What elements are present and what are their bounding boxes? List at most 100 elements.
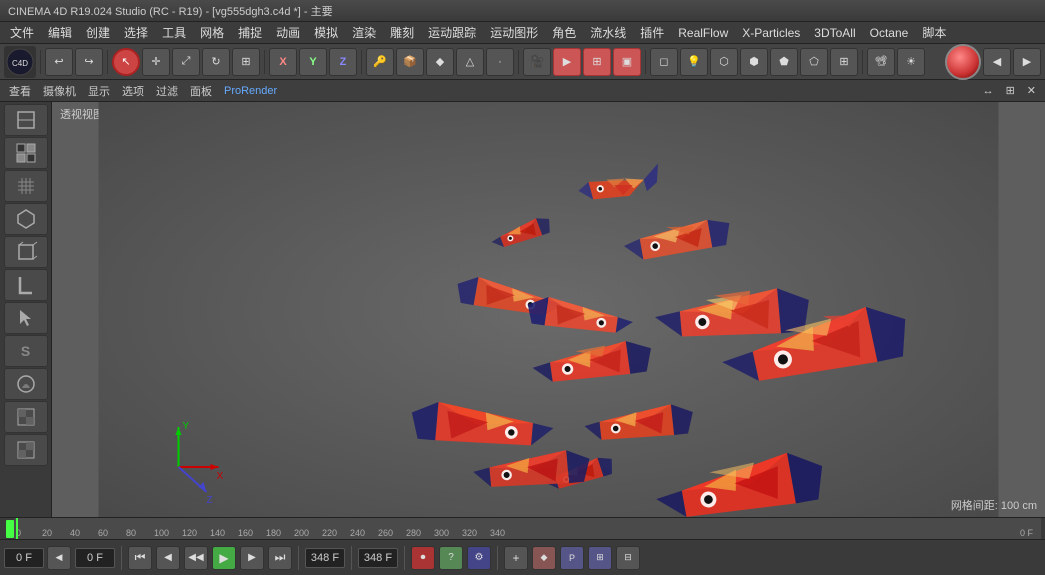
prev-frame-btn[interactable]: ◀ [47, 546, 71, 570]
texture-btn[interactable]: ⬟ [770, 48, 798, 76]
panel-menu[interactable]: 面板 [185, 82, 217, 100]
render-region-btn[interactable]: ▣ [613, 48, 641, 76]
sidebar-checker2-btn[interactable] [4, 434, 48, 466]
sidebar-brush-btn[interactable] [4, 368, 48, 400]
options-menu[interactable]: 选项 [117, 82, 149, 100]
display-menu[interactable]: 显示 [83, 82, 115, 100]
svg-text:X: X [217, 471, 224, 482]
sidebar-cursor-btn[interactable] [4, 302, 48, 334]
axis-z-btn[interactable]: Z [329, 48, 357, 76]
render-active-btn[interactable]: ⊞ [583, 48, 611, 76]
anim-btn2[interactable]: ⊞ [588, 546, 612, 570]
menu-script[interactable]: 脚本 [916, 22, 952, 43]
prorender-menu[interactable]: ProRender [219, 84, 282, 98]
vp-corner-btn1[interactable]: ↔ [978, 84, 999, 98]
help-btn[interactable]: ? [439, 546, 463, 570]
end-frame-input[interactable] [305, 548, 345, 568]
anim-btn1[interactable]: P [560, 546, 584, 570]
sidebar-s-btn[interactable]: S [4, 335, 48, 367]
scale-btn[interactable]: ⤢ [172, 48, 200, 76]
shader-btn[interactable]: ⬠ [800, 48, 828, 76]
render-btn[interactable]: ▶ [553, 48, 581, 76]
sidebar-check-btn[interactable] [4, 137, 48, 169]
menu-realflow[interactable]: RealFlow [672, 24, 734, 42]
svg-text:Y: Y [183, 421, 190, 432]
obj-mode-btn[interactable]: 📦 [396, 48, 424, 76]
right-arrow2-btn[interactable]: ▶ [1013, 48, 1041, 76]
cam-btn[interactable]: 🎥 [523, 48, 551, 76]
menu-tools[interactable]: 工具 [156, 22, 192, 43]
menu-file[interactable]: 文件 [4, 22, 40, 43]
play-reverse-btn[interactable]: ◀◀ [184, 546, 208, 570]
settings-btn[interactable]: ⚙ [467, 546, 491, 570]
go-start-btn[interactable]: ⏮ [128, 546, 152, 570]
menu-simulate[interactable]: 模拟 [308, 22, 344, 43]
poly-btn[interactable]: ◆ [426, 48, 454, 76]
go-end-btn[interactable]: ⏭ [268, 546, 292, 570]
camera-menu[interactable]: 摄像机 [38, 82, 81, 100]
anim-btn3[interactable]: ⊟ [616, 546, 640, 570]
menu-3dtoall[interactable]: 3DToAll [808, 24, 861, 42]
rotate-btn[interactable]: ↻ [202, 48, 230, 76]
play-btn[interactable]: ▶ [212, 546, 236, 570]
tag-btn[interactable]: ⬢ [740, 48, 768, 76]
sep2 [107, 50, 108, 74]
transform-btn[interactable]: ⊞ [232, 48, 260, 76]
lightbulb-btn[interactable]: ☀ [897, 48, 925, 76]
key-btn[interactable]: 🔑 [366, 48, 394, 76]
menu-character[interactable]: 角色 [546, 22, 582, 43]
toolbar1: C4D ↩ ↪ ↖ ✛ ⤢ ↻ ⊞ X Y Z 🔑 📦 ◆ △ · 🎥 ▶ ⊞ … [0, 44, 1045, 80]
redo-btn[interactable]: ↪ [75, 48, 103, 76]
current-frame-input[interactable] [4, 548, 44, 568]
axis-y-btn[interactable]: Y [299, 48, 327, 76]
menu-mesh[interactable]: 网格 [194, 22, 230, 43]
sidebar-box-btn[interactable] [4, 236, 48, 268]
menu-select[interactable]: 选择 [118, 22, 154, 43]
key-type-btn[interactable]: ◆ [532, 546, 556, 570]
filter-menu[interactable]: 过滤 [151, 82, 183, 100]
right-sphere-btn[interactable] [945, 44, 981, 80]
menu-motion-track[interactable]: 运动跟踪 [422, 22, 482, 43]
menu-plugins[interactable]: 插件 [634, 22, 670, 43]
step-fwd-btn[interactable]: ▶ [240, 546, 264, 570]
sidebar-obj-btn[interactable] [4, 104, 48, 136]
menu-xparticles[interactable]: X-Particles [736, 24, 806, 42]
axis-x-btn[interactable]: X [269, 48, 297, 76]
menu-mograph[interactable]: 运动图形 [484, 22, 544, 43]
light-btn[interactable]: 💡 [680, 48, 708, 76]
menu-animate[interactable]: 动画 [270, 22, 306, 43]
menu-snap[interactable]: 捕捉 [232, 22, 268, 43]
add-key-btn[interactable]: + [504, 546, 528, 570]
vp-corner-btn3[interactable]: ✕ [1022, 83, 1041, 98]
menu-edit[interactable]: 编辑 [42, 22, 78, 43]
sidebar-cube-btn[interactable] [4, 203, 48, 235]
view-menu[interactable]: 查看 [4, 82, 36, 100]
undo-btn[interactable]: ↩ [45, 48, 73, 76]
menu-sculpt[interactable]: 雕刻 [384, 22, 420, 43]
record-btn[interactable]: ⏺ [411, 546, 435, 570]
viewport[interactable]: 透视视图 [52, 102, 1045, 517]
toolbar2: 查看 摄像机 显示 选项 过滤 面板 ProRender ↔ ⊞ ✕ [0, 80, 1045, 102]
sidebar-l-btn[interactable] [4, 269, 48, 301]
menu-pipeline[interactable]: 流水线 [584, 22, 632, 43]
menu-render[interactable]: 渲染 [346, 22, 382, 43]
move-btn[interactable]: ✛ [142, 48, 170, 76]
grid-btn[interactable]: ⊞ [830, 48, 858, 76]
camera2-btn[interactable]: 📽 [867, 48, 895, 76]
timeline-ruler[interactable]: 0 20 40 60 80 100 120 140 160 180 200 22… [0, 517, 1045, 539]
select-btn[interactable]: ↖ [112, 48, 140, 76]
start-frame-input[interactable] [75, 548, 115, 568]
ruler-mark-340: 340 [490, 528, 505, 538]
menu-octane[interactable]: Octane [864, 24, 915, 42]
material-btn[interactable]: ⬡ [710, 48, 738, 76]
cube-btn[interactable]: ◻ [650, 48, 678, 76]
sidebar-checker-btn[interactable] [4, 401, 48, 433]
vp-corner-btn2[interactable]: ⊞ [1001, 83, 1020, 98]
sidebar-grid-btn[interactable] [4, 170, 48, 202]
edge-btn[interactable]: △ [456, 48, 484, 76]
right-arrow1-btn[interactable]: ◀ [983, 48, 1011, 76]
step-back-btn[interactable]: ◀ [156, 546, 180, 570]
total-frame-input[interactable] [358, 548, 398, 568]
menu-create[interactable]: 创建 [80, 22, 116, 43]
point-btn[interactable]: · [486, 48, 514, 76]
